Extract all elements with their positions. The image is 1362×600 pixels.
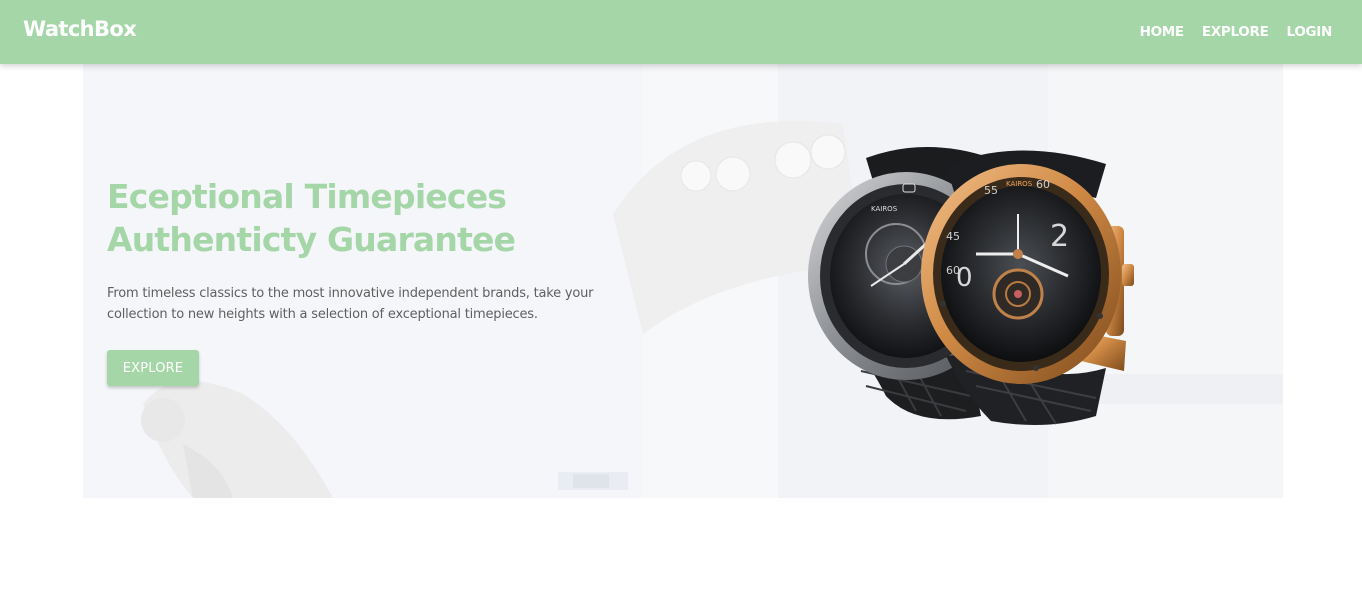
watch-brand-text-2: KAIROS <box>1006 180 1033 188</box>
svg-text:60: 60 <box>1036 178 1050 191</box>
svg-text:55: 55 <box>984 184 998 197</box>
nav-links: HOME EXPLORE LOGIN <box>1140 0 1333 64</box>
brand-logo[interactable]: WatchBox <box>23 17 137 41</box>
watch-pair-image: KAIROS 55 60 45 60 2 0 KAIROS <box>808 147 1134 425</box>
hero-headline: Eceptional Timepieces Authenticty Guaran… <box>107 175 516 261</box>
watch-brand-text-1: KAIROS <box>871 205 898 213</box>
hero-headline-line2: Authenticty Guarantee <box>107 220 516 259</box>
svg-text:45: 45 <box>946 230 960 243</box>
nav-link-home[interactable]: HOME <box>1140 24 1185 40</box>
nav-link-login[interactable]: LOGIN <box>1287 24 1333 40</box>
explore-button[interactable]: EXPLORE <box>107 350 199 386</box>
svg-text:0: 0 <box>956 263 973 293</box>
hero-description: From timeless classics to the most innov… <box>107 286 594 322</box>
hero-headline-line1: Eceptional Timepieces <box>107 177 507 216</box>
nav-link-explore[interactable]: EXPLORE <box>1202 24 1269 40</box>
navbar: WatchBox HOME EXPLORE LOGIN <box>0 0 1362 64</box>
svg-text:2: 2 <box>1050 219 1069 254</box>
